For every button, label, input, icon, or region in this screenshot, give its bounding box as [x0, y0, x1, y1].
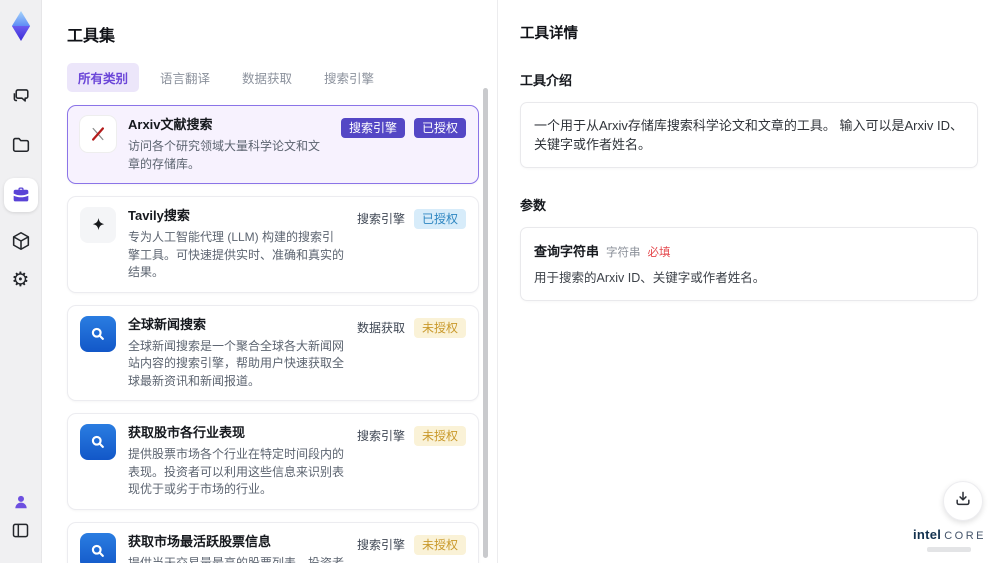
auth-status-badge: 已授权: [413, 118, 466, 138]
category-tag: 搜索引擎: [356, 212, 405, 226]
param-type: 字符串: [606, 247, 641, 259]
tool-info: Arxiv文献搜索 访问各个研究领域大量科学论文和文章的存储库。: [128, 116, 329, 173]
sidebar-item-files[interactable]: [9, 133, 33, 157]
user-avatar[interactable]: [9, 490, 33, 514]
search-icon: [80, 315, 116, 352]
user-icon: [11, 492, 31, 512]
auth-status-badge: 已授权: [413, 209, 466, 229]
tool-name: Arxiv文献搜索: [128, 117, 213, 132]
sidebar-item-settings[interactable]: ⚙: [9, 267, 33, 291]
detail-title: 工具详情: [520, 26, 578, 42]
category-tag: 搜索引擎: [340, 118, 405, 138]
tool-description: 专为人工智能代理 (LLM) 构建的搜索引擎工具。可快速提供实时、准确和真实的结…: [128, 230, 345, 279]
intro-text: 一个用于从Arxiv存储库搜索科学论文和文章的工具。 输入可以是Arxiv ID…: [534, 118, 964, 152]
category-tabs: 所有类别 语言翻译 数据获取 搜索引擎: [67, 63, 479, 92]
tool-name: 获取股市各行业表现: [128, 425, 246, 440]
brand-subline: [927, 547, 972, 552]
tool-description: 提供当天交易量最高的股票列表，投资者可以利用这些信息来识别流动性强的股票和潜在的…: [128, 555, 345, 563]
search-icon: [80, 532, 116, 563]
tool-card-sector-performance[interactable]: 获取股市各行业表现 提供股票市场各个行业在特定时间段内的表现。投资者可以利用这些…: [67, 413, 479, 510]
tool-card-active-stocks[interactable]: 获取市场最活跃股票信息 提供当天交易量最高的股票列表，投资者可以利用这些信息来识…: [67, 521, 479, 563]
tool-card-global-news[interactable]: 全球新闻搜索 全球新闻搜索是一个聚合全球各大新闻网站内容的搜索引擎，帮助用户快速…: [67, 304, 479, 401]
sidebar-item-tools[interactable]: [3, 178, 38, 212]
tool-description: 访问各个研究领域大量科学论文和文章的存储库。: [128, 139, 321, 171]
download-icon: [953, 489, 973, 514]
tools-list: Arxiv文献搜索 访问各个研究领域大量科学论文和文章的存储库。 搜索引擎 已授…: [67, 105, 479, 563]
panel-toggle-button[interactable]: [9, 518, 33, 542]
tool-info: 获取市场最活跃股票信息 提供当天交易量最高的股票列表，投资者可以利用这些信息来识…: [128, 533, 345, 563]
toolbox-icon: [10, 184, 32, 206]
tool-info: 全球新闻搜索 全球新闻搜索是一个聚合全球各大新闻网站内容的搜索引擎，帮助用户快速…: [128, 316, 345, 391]
tab-search-engine[interactable]: 搜索引擎: [313, 63, 385, 92]
sidebar-item-plugins[interactable]: [9, 229, 33, 253]
intro-box: 一个用于从Arxiv存储库搜索科学论文和文章的工具。 输入可以是Arxiv ID…: [520, 102, 978, 168]
tool-tags: 搜索引擎 未授权: [357, 426, 466, 446]
sidebar: ⚙: [0, 0, 42, 563]
tool-info: Tavily搜索 专为人工智能代理 (LLM) 构建的搜索引擎工具。可快速提供实…: [128, 207, 345, 282]
tab-language-translation[interactable]: 语言翻译: [149, 63, 221, 92]
auth-status-badge: 未授权: [413, 426, 466, 446]
intel-wordmark: intel: [912, 527, 942, 542]
tool-info: 获取股市各行业表现 提供股票市场各个行业在特定时间段内的表现。投资者可以利用这些…: [128, 424, 345, 499]
panel-toggle-icon: [10, 520, 31, 541]
auth-status-badge: 未授权: [413, 317, 466, 338]
tool-tags: 搜索引擎 已授权: [340, 118, 466, 138]
tool-detail-panel: 工具详情 工具介绍 一个用于从Arxiv存储库搜索科学论文和文章的工具。 输入可…: [498, 0, 1000, 563]
param-required-badge: 必填: [647, 247, 671, 259]
category-tag: 搜索引擎: [356, 429, 405, 443]
tools-list-panel: 工具集 所有类别 语言翻译 数据获取 搜索引擎 Arxiv文献搜索 访问各个研究…: [42, 0, 498, 563]
arxiv-logo-icon: [80, 116, 116, 152]
app-window: ⚙ 工具集 所有类别 语言翻译 数据获取 搜索引擎 Arxiv文献搜索 访问各个…: [0, 0, 1000, 563]
tool-card-arxiv[interactable]: Arxiv文献搜索 访问各个研究领域大量科学论文和文章的存储库。 搜索引擎 已授…: [67, 105, 479, 184]
gear-icon: ⚙: [11, 267, 30, 291]
app-logo-icon[interactable]: [6, 10, 36, 42]
tool-card-tavily[interactable]: Tavily搜索 专为人工智能代理 (LLM) 构建的搜索引擎工具。可快速提供实…: [67, 196, 479, 293]
tool-description: 全球新闻搜索是一个聚合全球各大新闻网站内容的搜索引擎，帮助用户快速获取全球最新资…: [128, 338, 345, 388]
param-box: 查询字符串 字符串 必填 用于搜索的Arxiv ID、关键字或作者姓名。: [520, 227, 978, 301]
core-wordmark: CORE: [944, 530, 986, 542]
page-title: 工具集: [67, 28, 116, 45]
tab-data-fetch[interactable]: 数据获取: [231, 63, 303, 92]
param-header: 查询字符串 字符串 必填: [534, 241, 964, 260]
list-scrollbar[interactable]: [483, 88, 488, 558]
tool-name: Tavily搜索: [128, 208, 190, 223]
chat-icon: [10, 85, 32, 107]
cube-icon: [10, 230, 32, 252]
folder-icon: [10, 134, 32, 156]
sidebar-item-chat[interactable]: [9, 84, 33, 108]
tool-tags: 数据获取 未授权: [356, 317, 466, 338]
param-name: 查询字符串: [534, 244, 600, 259]
intel-core-logo: intel CORE: [913, 527, 986, 552]
auth-status-badge: 未授权: [413, 534, 466, 555]
category-tag: 搜索引擎: [356, 537, 405, 552]
category-tag: 数据获取: [356, 320, 405, 335]
tool-tags: 搜索引擎 未授权: [356, 534, 466, 555]
search-icon: [80, 424, 116, 460]
tab-all-categories[interactable]: 所有类别: [67, 63, 140, 92]
sparkle-icon: [80, 207, 116, 243]
tool-name: 全球新闻搜索: [128, 316, 207, 332]
params-heading: 参数: [520, 198, 547, 213]
tool-description: 提供股票市场各个行业在特定时间段内的表现。投资者可以利用这些信息来识别表现优于或…: [128, 447, 345, 496]
param-description: 用于搜索的Arxiv ID、关键字或作者姓名。: [534, 271, 766, 285]
tool-name: 获取市场最活跃股票信息: [128, 533, 272, 549]
intro-heading: 工具介绍: [520, 73, 573, 88]
tool-tags: 搜索引擎 已授权: [357, 209, 466, 229]
download-button[interactable]: [943, 481, 983, 521]
